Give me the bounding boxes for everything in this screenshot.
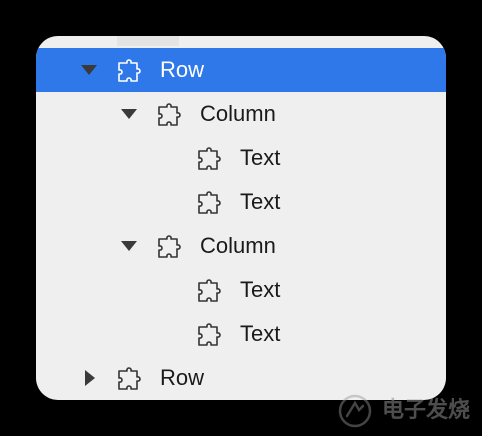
scrolled-row-peek [117,36,179,46]
tree-row-label: Text [240,277,281,302]
tree-row-label: Text [240,145,281,170]
tree-row-label: Row [160,57,205,82]
collapsed-arrow-icon[interactable] [80,370,98,386]
puzzle-piece-icon [196,320,224,348]
puzzle-piece-icon [116,56,144,84]
puzzle-piece-icon [196,188,224,216]
tree-row-column[interactable]: Column [36,92,446,136]
puzzle-piece-icon [156,232,184,260]
expanded-arrow-icon[interactable] [120,238,138,254]
tree-row-text[interactable]: Text [36,136,446,180]
puzzle-piece-icon [196,144,224,172]
widget-tree-panel: Row Column Text Text Column Text Text Ro… [36,36,446,400]
puzzle-piece-icon [116,364,144,392]
watermark: 电子发烧 [336,388,482,436]
tree-row-label: Row [160,365,205,390]
tree-row-text[interactable]: Text [36,268,446,312]
tree-row-label: Text [240,321,281,346]
expanded-arrow-icon[interactable] [120,106,138,122]
watermark-logo-icon [338,394,372,428]
tree-row-text[interactable]: Text [36,180,446,224]
tree-row-row[interactable]: Row [36,48,446,92]
tree-row-label: Column [200,101,276,126]
expanded-arrow-icon[interactable] [80,62,98,78]
puzzle-piece-icon [196,276,224,304]
tree-row-label: Column [200,233,276,258]
puzzle-piece-icon [156,100,184,128]
watermark-text: 电子发烧 [382,398,471,423]
tree-row-label: Text [240,189,281,214]
tree-row-column[interactable]: Column [36,224,446,268]
tree-row-text[interactable]: Text [36,312,446,356]
